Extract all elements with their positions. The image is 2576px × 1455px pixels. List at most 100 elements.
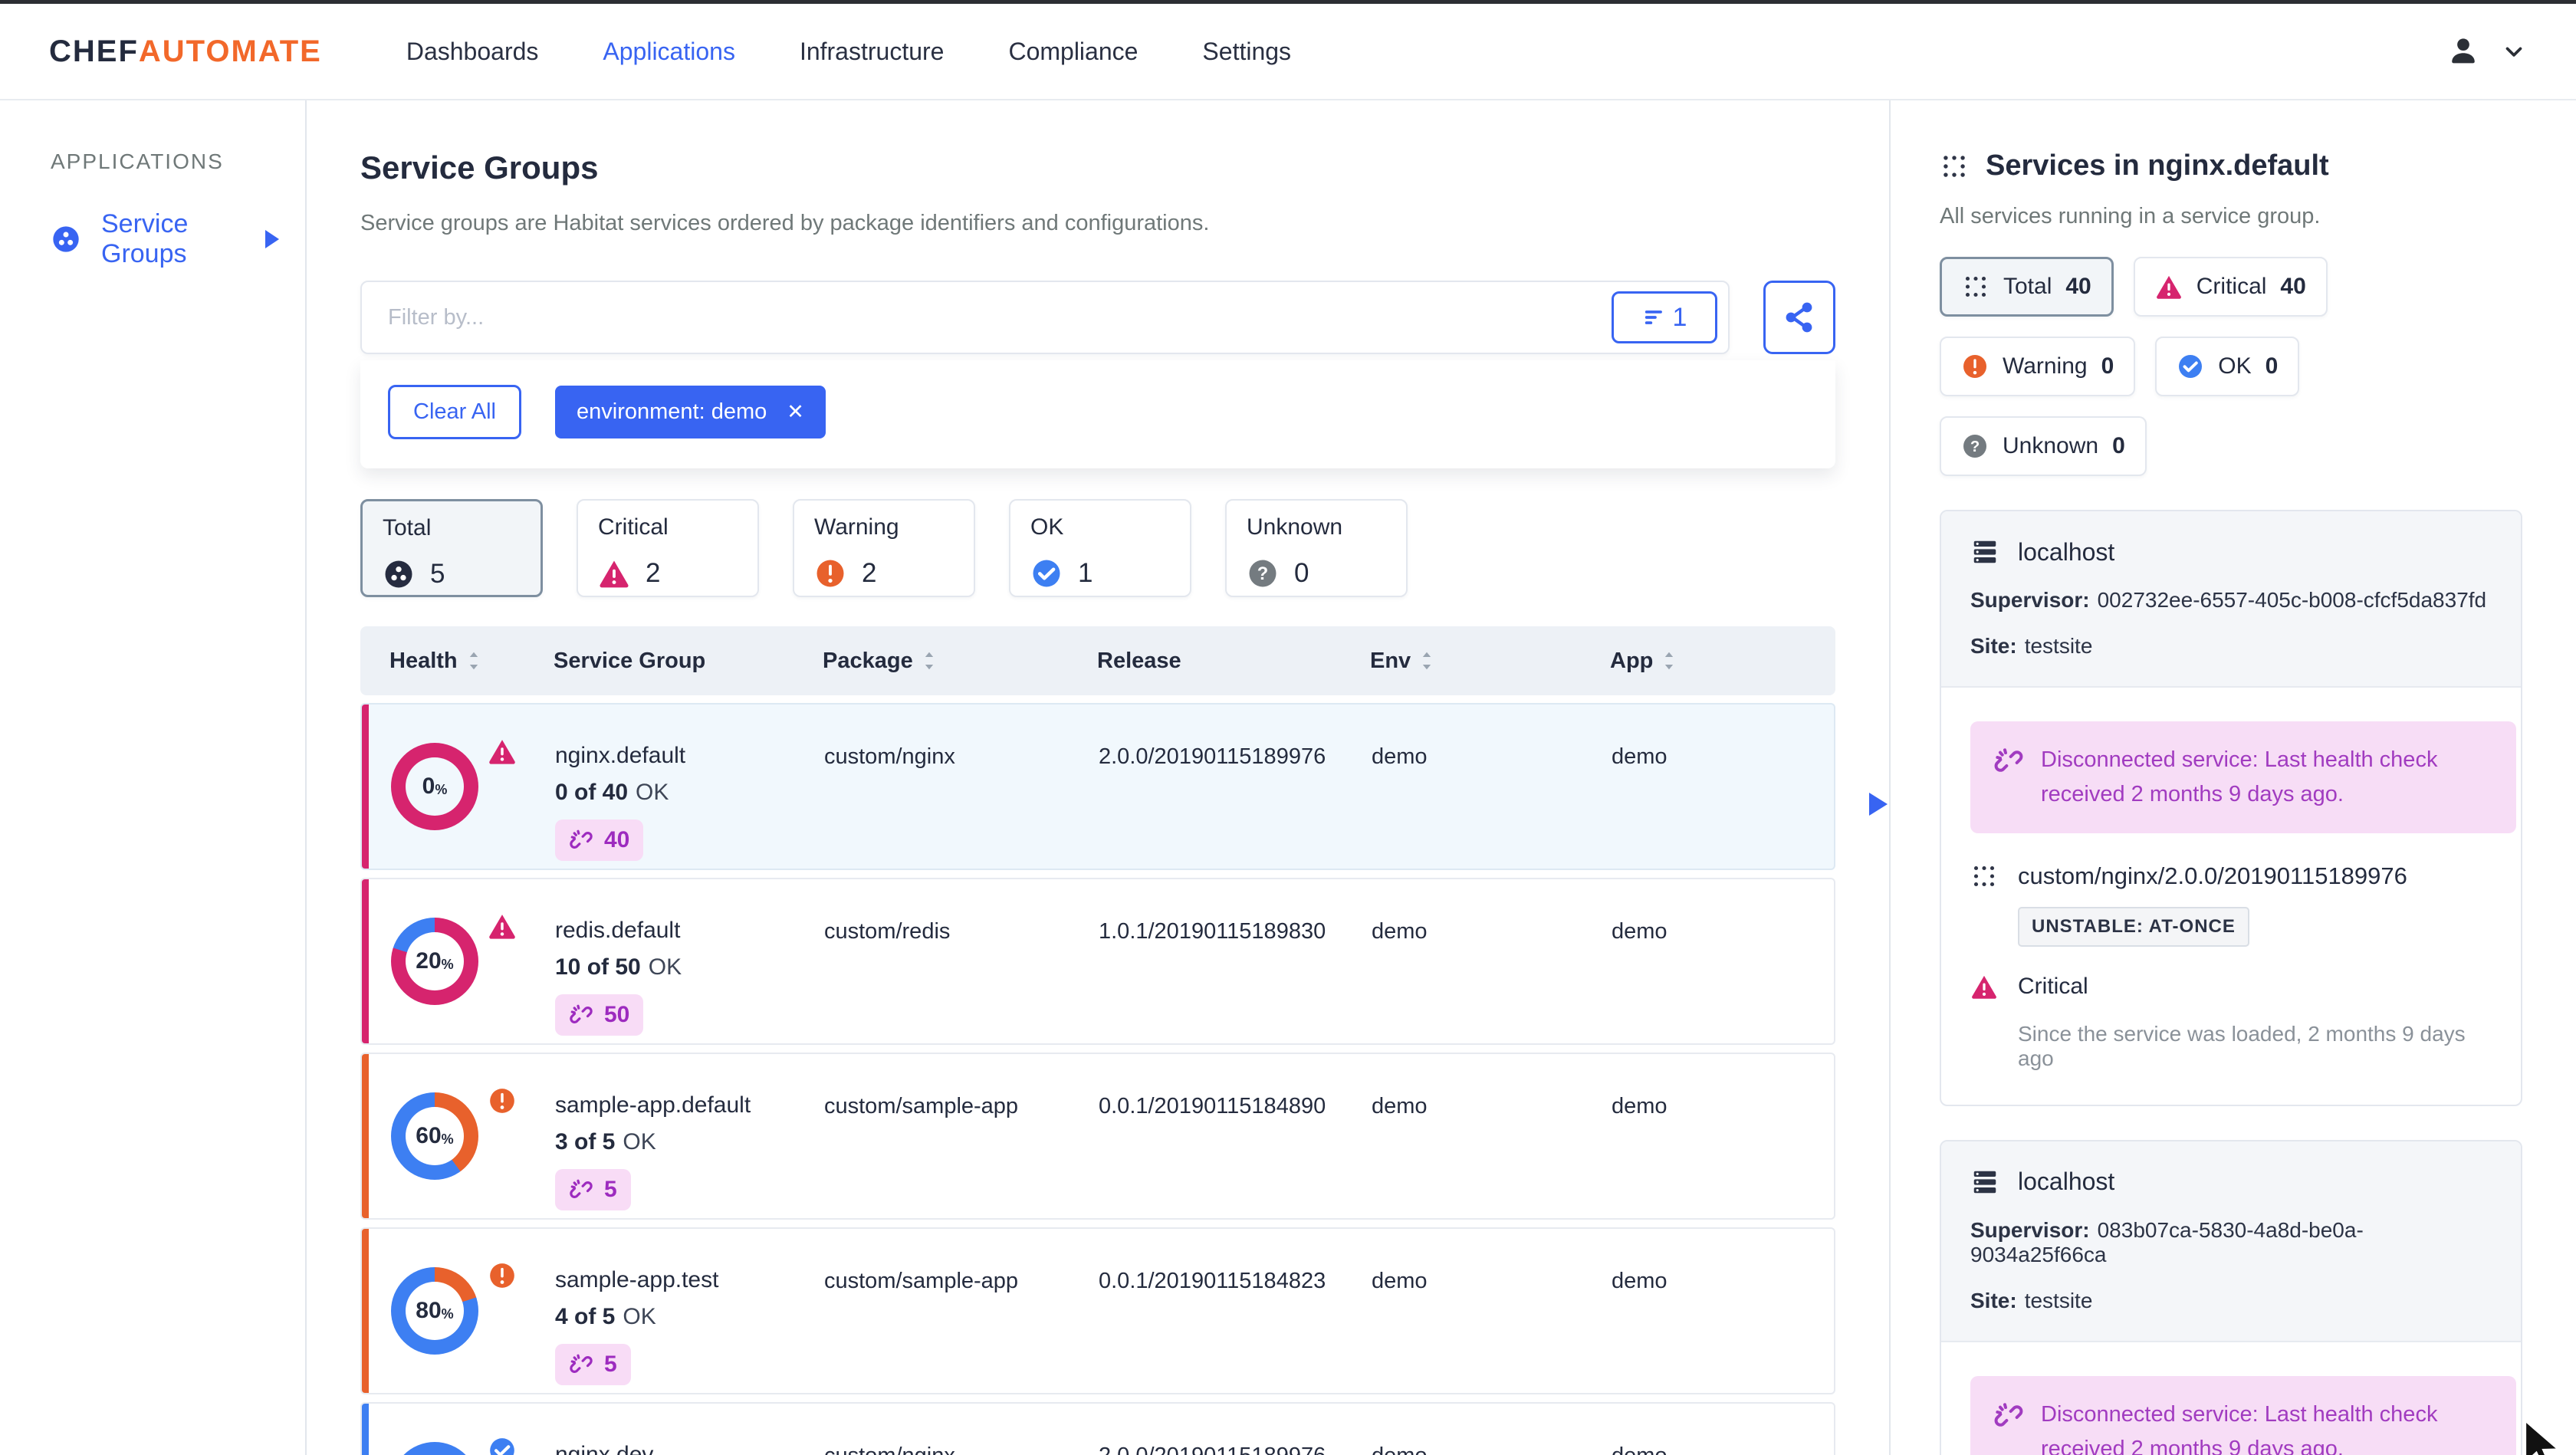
nav-compliance[interactable]: Compliance — [1008, 38, 1138, 66]
brand-chef: CHEF — [49, 34, 139, 68]
health-card-count: 2 — [646, 558, 661, 588]
badge-critical[interactable]: Critical 40 — [2133, 257, 2328, 317]
table-row-sample-app-test[interactable]: 80% sample-app.test 4 of 5 OK 5 custom/sa… — [360, 1227, 1835, 1394]
filter-chip-label: environment: demo — [577, 399, 767, 424]
column-header-app[interactable]: App — [1610, 649, 1835, 674]
sidebar-item-service-groups[interactable]: Service Groups — [51, 209, 305, 269]
health-card-ok[interactable]: OK 1 — [1009, 499, 1191, 597]
share-button[interactable] — [1763, 281, 1835, 354]
nav-dashboards[interactable]: Dashboards — [406, 38, 539, 66]
service-group-cell: nginx.dev 10 of 10OK 10 — [555, 1404, 824, 1455]
health-card-warning[interactable]: Warning 2 — [793, 499, 975, 597]
sort-icon[interactable] — [1420, 650, 1434, 672]
health-donut: 20% — [391, 918, 478, 1005]
table-row-nginx-dev[interactable]: 100% nginx.dev 10 of 10OK 10 custom/ngin… — [360, 1402, 1835, 1455]
sidebar-expand-icon[interactable] — [265, 230, 279, 248]
ok-ratio: 10 of 50 — [555, 954, 641, 980]
row-status-bar — [362, 1229, 369, 1393]
service-health-label: Critical — [2018, 973, 2088, 999]
service-card-body: Disconnected service: Last health check … — [1941, 688, 2521, 1105]
site-value: testsite — [2024, 1288, 2093, 1312]
disconnected-alert: Disconnected service: Last health check … — [1970, 1375, 2516, 1455]
package-cell: custom/sample-app — [824, 1269, 1019, 1293]
package-cell: custom/nginx — [824, 744, 955, 769]
release-cell: 2.0.0/20190115189976 — [1099, 744, 1326, 769]
table-row-redis-default[interactable]: 20% redis.default 10 of 50 OK 50 custom/r… — [360, 878, 1835, 1045]
service-group-name: sample-app.test — [555, 1267, 719, 1292]
env-cell: demo — [1372, 919, 1428, 944]
package-identifier: custom/nginx/2.0.0/20190115189976 — [2018, 862, 2407, 889]
column-header-health[interactable]: Health — [389, 649, 554, 674]
health-card-total[interactable]: Total 5 — [360, 499, 543, 597]
column-header-service-group[interactable]: Service Group — [554, 649, 823, 674]
sidebar-item-label: Service Groups — [101, 209, 189, 268]
chip-close-icon[interactable]: ✕ — [787, 400, 804, 424]
health-card-count: 0 — [1294, 558, 1309, 588]
column-header-package[interactable]: Package — [823, 649, 1097, 674]
filter-chip-environment-demo[interactable]: environment: demo ✕ — [555, 386, 826, 438]
disconnected-count: 5 — [604, 1177, 617, 1202]
badge-warning[interactable]: Warning 0 — [1940, 337, 2136, 396]
env-cell: demo — [1372, 744, 1428, 769]
unknown-icon — [1963, 435, 1986, 458]
filter-lines-icon — [1644, 310, 1662, 324]
ok-icon — [1030, 557, 1063, 590]
disconnected-services-chip[interactable]: 50 — [555, 994, 644, 1036]
broken-link-icon — [1994, 748, 2023, 772]
badge-total[interactable]: Total 40 — [1940, 257, 2114, 317]
health-card-critical[interactable]: Critical 2 — [577, 499, 759, 597]
services-detail-panel: Services in nginx.default All services r… — [1889, 100, 2576, 1455]
health-filter-cards: Total 5 Critical 2 Warning 2 OK 1 Unknow… — [360, 499, 1835, 597]
health-cell: 0% — [391, 705, 555, 869]
chef-automate-logo[interactable]: CHEF AUTOMATE — [49, 34, 322, 69]
critical-icon — [489, 740, 515, 764]
total-cluster-icon — [385, 560, 412, 588]
health-since-text: Since the service was loaded, 2 months 9… — [2018, 1021, 2466, 1070]
ok-icon — [2177, 353, 2204, 379]
disconnected-alert-text: Disconnected service: Last health check … — [2041, 747, 2438, 806]
health-card-label: Warning — [814, 514, 899, 540]
nav-settings[interactable]: Settings — [1202, 38, 1291, 66]
host-name: localhost — [2018, 1168, 2115, 1196]
mouse-cursor — [2516, 1418, 2570, 1455]
filter-count-button[interactable]: 1 — [1612, 291, 1717, 343]
health-donut: 60% — [391, 1092, 478, 1180]
selected-row-arrow-icon[interactable] — [1869, 793, 1888, 816]
nav-applications[interactable]: Applications — [603, 38, 735, 66]
service-card[interactable]: localhost Supervisor: 002732ee-6557-405c-… — [1940, 510, 2522, 1106]
nav-infrastructure[interactable]: Infrastructure — [800, 38, 945, 66]
user-menu[interactable] — [2446, 34, 2527, 69]
service-group-cell: nginx.default 0 of 40 OK 40 — [555, 705, 824, 869]
service-card[interactable]: localhost Supervisor: 083b07ca-5830-4a8d-… — [1940, 1139, 2522, 1455]
service-group-name: nginx.dev — [555, 1442, 654, 1455]
user-icon — [2446, 34, 2481, 69]
badge-unknown[interactable]: Unknown 0 — [1940, 416, 2147, 476]
column-header-env[interactable]: Env — [1370, 649, 1610, 674]
filter-input[interactable] — [388, 304, 1612, 330]
clear-all-button[interactable]: Clear All — [388, 385, 521, 439]
table-row-sample-app-default[interactable]: 60% sample-app.default 3 of 5 OK 5 custom… — [360, 1053, 1835, 1220]
health-card-unknown[interactable]: Unknown 0 — [1225, 499, 1408, 597]
filter-area: 1 Clear All environment: demo ✕ — [360, 281, 1835, 468]
service-group-name: sample-app.default — [555, 1092, 751, 1118]
sort-icon[interactable] — [922, 650, 936, 672]
critical-icon — [2156, 275, 2181, 299]
disconnected-services-chip[interactable]: 5 — [555, 1169, 631, 1210]
disconnected-services-chip[interactable]: 5 — [555, 1344, 631, 1385]
health-card-label: OK — [1030, 514, 1064, 540]
sort-icon[interactable] — [467, 650, 481, 672]
disconnected-services-chip[interactable]: 40 — [555, 819, 644, 861]
disconnected-alert-text: Disconnected service: Last health check … — [2041, 1401, 2438, 1455]
main-nav: Dashboards Applications Infrastructure C… — [406, 38, 1291, 66]
service-card-body: Disconnected service: Last health check … — [1941, 1342, 2521, 1455]
critical-icon — [489, 915, 515, 939]
env-cell: demo — [1372, 1269, 1428, 1293]
sort-icon[interactable] — [1662, 650, 1676, 672]
column-header-release[interactable]: Release — [1097, 649, 1370, 674]
table-row-nginx-default[interactable]: 0% nginx.default 0 of 40 OK 40 custom/ngi… — [360, 703, 1835, 870]
ok-ratio: 3 of 5 — [555, 1129, 616, 1154]
service-card-header: localhost Supervisor: 002732ee-6557-405c-… — [1941, 511, 2521, 688]
service-group-name: nginx.default — [555, 743, 686, 768]
badge-ok[interactable]: OK 0 — [2155, 337, 2300, 396]
health-card-label: Unknown — [1247, 514, 1343, 540]
